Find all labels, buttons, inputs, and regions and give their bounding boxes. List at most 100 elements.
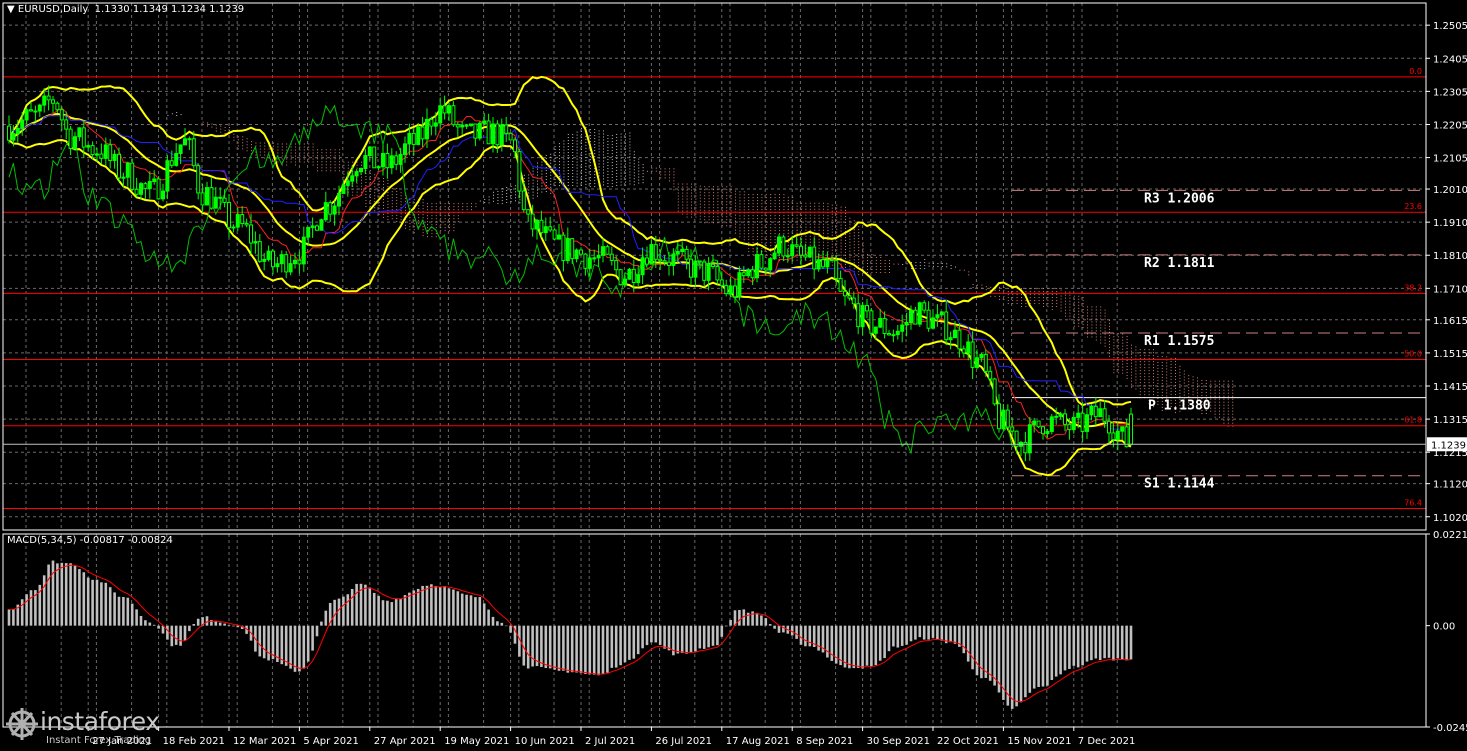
cloud-dot (765, 221, 767, 223)
cloud-dot (369, 205, 371, 207)
cloud-dot (229, 127, 230, 129)
macd-histogram-bar (337, 598, 341, 626)
cloud-dot (1148, 355, 1150, 357)
cloud-dot (1131, 368, 1132, 370)
candle-body (583, 253, 588, 269)
macd-histogram-bar (73, 565, 77, 626)
macd-histogram-bar (183, 625, 187, 641)
cloud-dot (796, 259, 798, 261)
cloud-dot (884, 268, 886, 270)
menu-triangle-icon[interactable]: ▼ (7, 4, 18, 15)
cloud-dot (589, 156, 591, 158)
cloud-dot (625, 175, 626, 177)
cloud-dot (462, 209, 464, 211)
cloud-dot (1126, 341, 1128, 343)
cloud-dot (625, 145, 626, 147)
cloud-dot (532, 191, 534, 193)
cloud-dot (792, 229, 794, 231)
cloud-dot (1175, 393, 1176, 395)
cloud-dot (827, 218, 829, 220)
macd-histogram-bar (355, 583, 358, 626)
cloud-dot (726, 216, 728, 218)
candle-body (37, 104, 42, 112)
cloud-dot (726, 219, 728, 221)
cloud-dot (290, 155, 292, 157)
cloud-dot (809, 229, 811, 231)
cloud-dot (743, 206, 745, 208)
cloud-dot (281, 146, 283, 148)
candle-body (579, 249, 583, 255)
cloud-dot (704, 189, 706, 191)
cloud-dot (787, 199, 789, 201)
cloud-dot (585, 183, 587, 185)
macd-histogram-bar (980, 625, 983, 679)
cloud-dot (611, 156, 613, 158)
cloud-dot (1227, 410, 1229, 412)
cloud-dot (1223, 380, 1225, 382)
cloud-dot (845, 248, 846, 250)
cloud-dot (761, 203, 763, 205)
cloud-dot (576, 161, 578, 163)
cloud-dot (827, 203, 829, 205)
cloud-dot (743, 215, 745, 217)
candle-body (948, 337, 953, 341)
cloud-dot (963, 269, 965, 271)
cloud-dot (1043, 294, 1044, 296)
macd-histogram-bar (192, 624, 196, 626)
cloud-dot (418, 217, 420, 219)
cloud-dot (1175, 375, 1176, 377)
cloud-dot (880, 262, 882, 264)
cloud-dot (607, 176, 609, 178)
cloud-dot (1078, 307, 1080, 309)
cloud-dot (339, 152, 340, 154)
cloud-dot (462, 206, 464, 208)
cloud-dot (814, 205, 816, 207)
macd-histogram-bar (584, 625, 587, 674)
cloud-dot (374, 186, 376, 188)
cloud-dot (611, 159, 613, 161)
cloud-dot (242, 136, 244, 138)
cloud-dot (1087, 333, 1088, 335)
macd-histogram-bar (856, 625, 860, 668)
candle-body (961, 348, 966, 354)
cloud-dot (831, 231, 833, 233)
cloud-dot (387, 218, 389, 220)
macd-histogram-bar (218, 622, 222, 626)
cloud-dot (449, 215, 450, 217)
cloud-dot (717, 186, 719, 188)
candle-body (86, 145, 91, 148)
cloud-dot (1135, 367, 1137, 369)
cloud-dot (308, 161, 310, 163)
cloud-dot (383, 180, 384, 182)
cloud-dot (312, 164, 314, 166)
cloud-dot (541, 176, 543, 178)
cloud-dot (589, 159, 591, 161)
cloud-dot (1073, 301, 1075, 303)
candle-body (777, 236, 781, 254)
cloud-dot (805, 229, 807, 231)
candle-body (121, 176, 126, 179)
cloud-dot (431, 203, 433, 205)
macd-histogram-bar (966, 625, 970, 662)
macd-histogram-bar (553, 625, 556, 670)
macd-histogram-bar (729, 620, 732, 626)
cloud-dot (431, 218, 433, 220)
cloud-dot (1139, 352, 1141, 354)
cloud-dot (1175, 363, 1176, 365)
cloud-dot (567, 175, 569, 177)
candle-body (1120, 426, 1125, 432)
candle-body (407, 132, 412, 145)
cloud-dot (664, 168, 666, 170)
cloud-dot (1131, 347, 1132, 349)
cloud-dot (765, 257, 767, 259)
cloud-dot (603, 184, 604, 186)
cloud-dot (752, 254, 754, 256)
cloud-dot (1166, 377, 1168, 379)
cloud-dot (620, 145, 622, 147)
cloud-dot (400, 213, 402, 215)
cloud-dot (1148, 367, 1150, 369)
cloud-dot (365, 184, 367, 186)
cloud-dot (581, 157, 582, 159)
cloud-dot (625, 160, 626, 162)
cloud-dot (752, 200, 754, 202)
